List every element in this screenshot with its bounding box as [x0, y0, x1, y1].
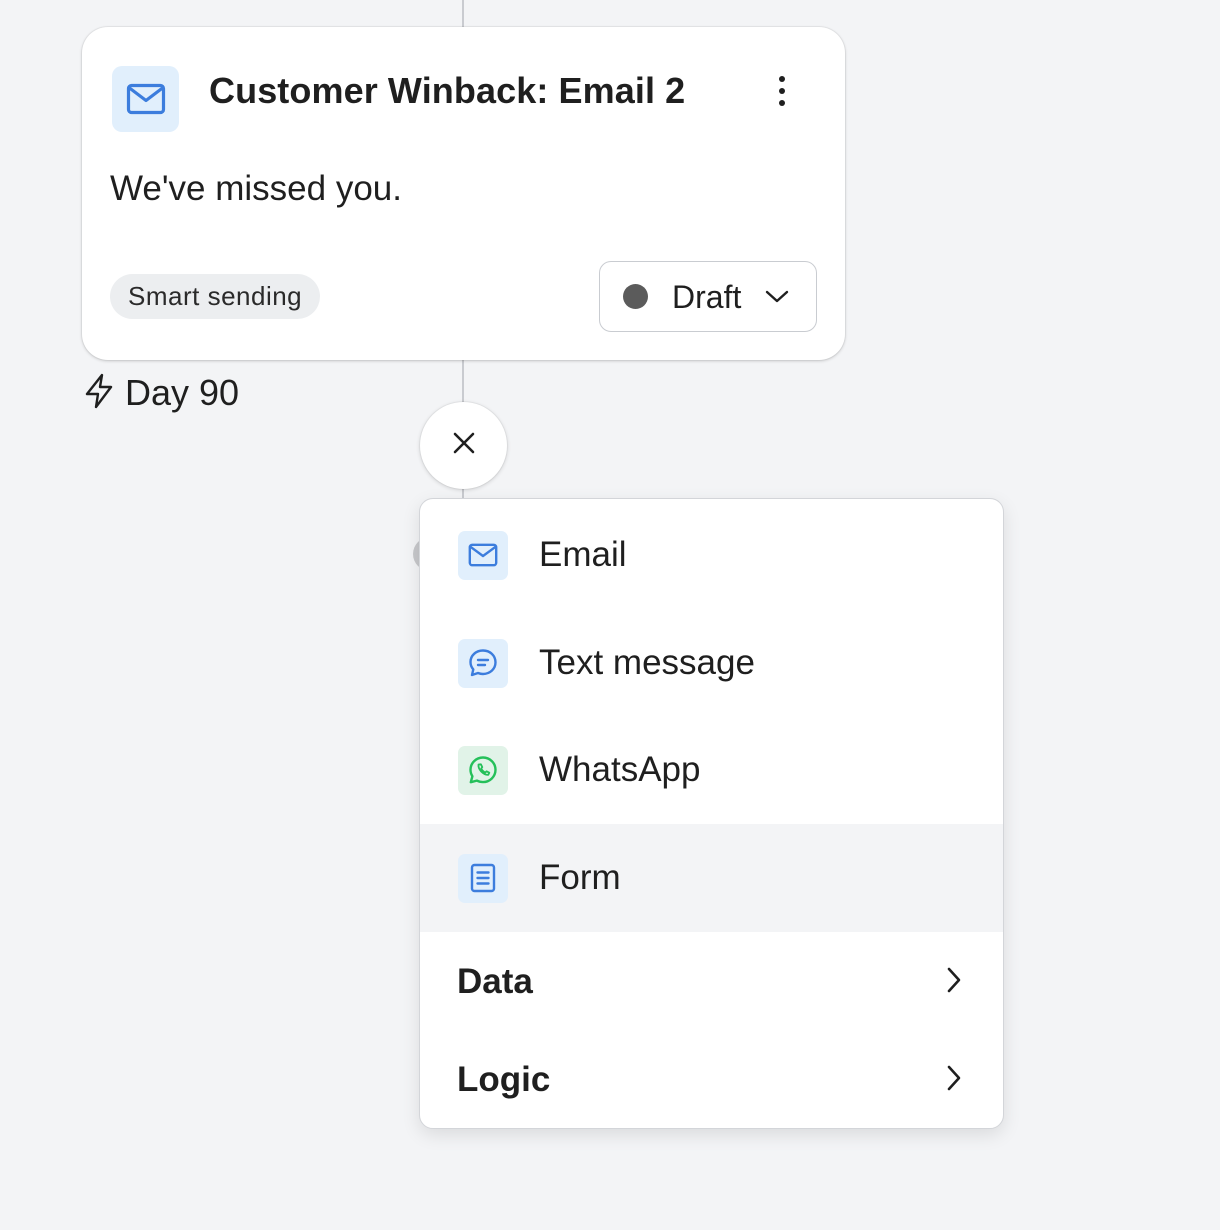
- envelope-icon: [112, 66, 179, 132]
- close-menu-button[interactable]: [420, 402, 507, 489]
- menu-item-form[interactable]: Form: [420, 824, 1003, 932]
- menu-group-label: Data: [457, 962, 533, 1001]
- menu-group-label: Logic: [457, 1060, 551, 1099]
- smart-sending-badge: Smart sending: [110, 274, 321, 319]
- step-subject: We've missed you.: [110, 169, 402, 208]
- trigger-delay: Day 90: [84, 371, 239, 415]
- add-step-menu: Email Text message WhatsApp Form Data Lo…: [419, 498, 1004, 1129]
- menu-item-label: Email: [539, 535, 627, 574]
- menu-item-email[interactable]: Email: [420, 501, 1003, 609]
- whatsapp-icon: [458, 745, 508, 795]
- chevron-right-icon: [947, 1065, 961, 1096]
- close-icon: [452, 431, 476, 460]
- envelope-icon: [458, 530, 508, 580]
- status-label: Draft: [672, 278, 742, 315]
- status-dropdown[interactable]: Draft: [599, 261, 817, 332]
- menu-item-whatsapp[interactable]: WhatsApp: [420, 716, 1003, 824]
- chevron-down-icon: [765, 290, 789, 304]
- menu-item-label: WhatsApp: [539, 750, 701, 789]
- trigger-label: Day 90: [125, 372, 240, 413]
- email-step-card[interactable]: Customer Winback: Email 2 We've missed y…: [82, 27, 845, 360]
- menu-item-text-message[interactable]: Text message: [420, 609, 1003, 717]
- lightning-icon: [84, 373, 114, 414]
- chevron-right-icon: [947, 967, 961, 998]
- flow-connector-middle: [462, 360, 464, 402]
- menu-item-label: Text message: [539, 643, 755, 682]
- menu-item-label: Form: [539, 858, 621, 897]
- step-title: Customer Winback: Email 2: [209, 70, 686, 111]
- menu-group-logic[interactable]: Logic: [420, 1031, 1003, 1128]
- chat-bubble-icon: [458, 638, 508, 688]
- more-options-icon[interactable]: [767, 67, 797, 115]
- menu-group-data[interactable]: Data: [420, 933, 1003, 1031]
- flow-connector-top: [462, 0, 464, 27]
- status-dot-icon: [623, 284, 648, 309]
- form-document-icon: [458, 853, 508, 903]
